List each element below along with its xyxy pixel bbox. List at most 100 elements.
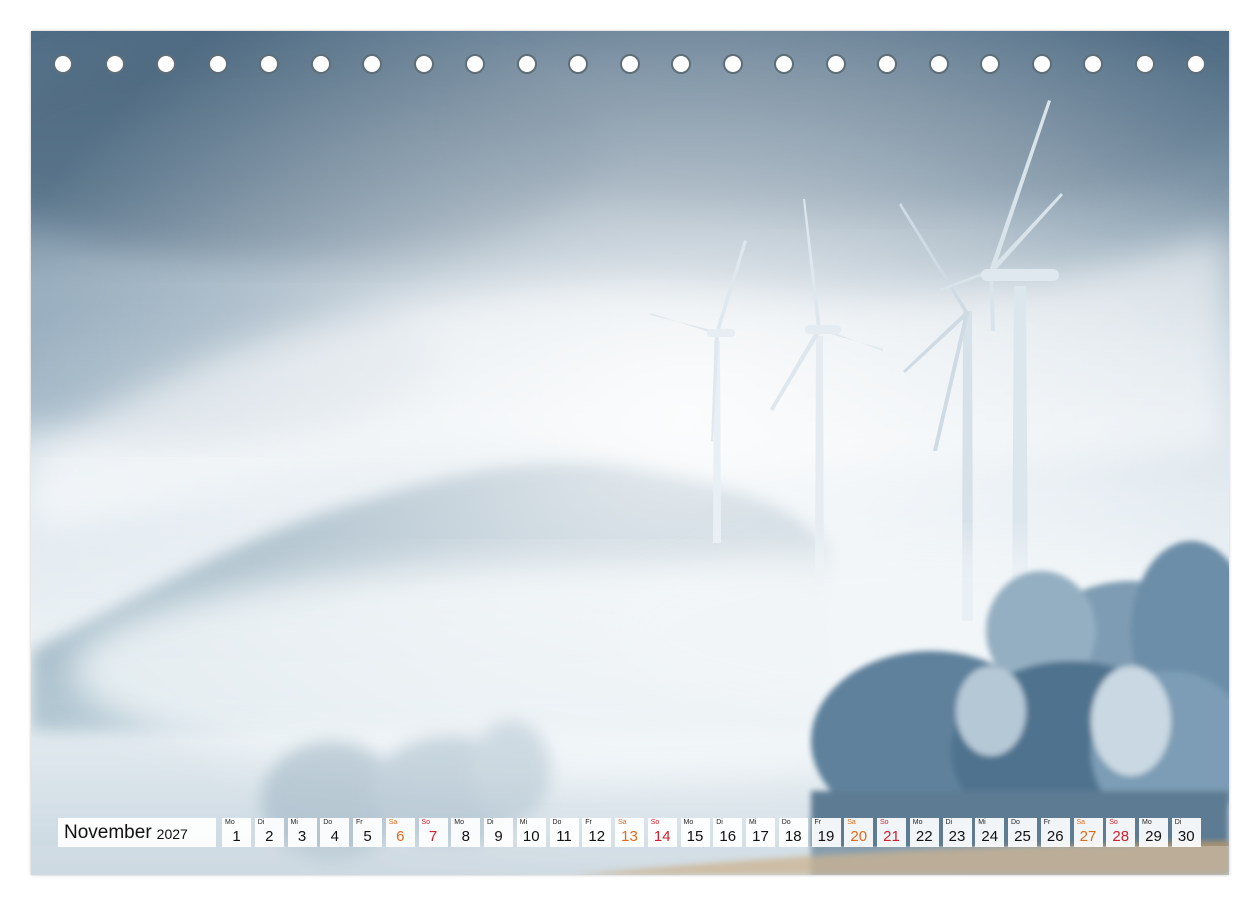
day-number: 2 (265, 828, 274, 845)
binding-hole (259, 54, 279, 74)
day-number: 6 (396, 828, 405, 845)
binding-hole (928, 54, 949, 74)
day-cell: Di 2 (254, 818, 284, 847)
day-cell: Mi 24 (975, 818, 1005, 847)
day-cell: Do 18 (778, 818, 808, 847)
day-cell: Do 11 (549, 818, 579, 847)
binding-hole (207, 54, 228, 74)
day-number: 1 (232, 828, 241, 845)
binding-hole (825, 54, 846, 74)
weekday-abbrev: Di (1174, 819, 1182, 826)
weekday-abbrev: Mo (912, 819, 923, 826)
binding-hole (980, 54, 1000, 74)
day-number: 21 (883, 828, 900, 845)
day-cell: Do 4 (320, 818, 350, 847)
wind-turbines-fog-image (31, 31, 1229, 875)
day-number: 15 (686, 828, 704, 845)
weekday-abbrev: Mi (519, 819, 528, 826)
day-cell: Sa 6 (385, 818, 415, 847)
binding-hole (619, 54, 640, 74)
binding-hole (1031, 54, 1052, 74)
binding-hole (1134, 54, 1155, 74)
weekday-abbrev: Mi (978, 819, 986, 826)
day-number: 29 (1145, 828, 1162, 845)
day-cell: Sa 27 (1073, 818, 1103, 847)
day-number: 20 (850, 828, 868, 845)
day-cell: Mi 17 (746, 818, 775, 847)
binding-hole (774, 54, 794, 74)
weekday-abbrev: So (421, 819, 431, 826)
day-number: 10 (522, 828, 540, 845)
binding-hole (568, 54, 588, 74)
binding-hole (104, 54, 125, 74)
day-number: 13 (621, 828, 638, 845)
weekday-abbrev: Do (1011, 819, 1020, 826)
day-cell: Mo 1 (222, 818, 251, 847)
weekday-abbrev: Di (257, 819, 265, 826)
weekday-abbrev: So (880, 819, 889, 826)
binding-hole (362, 54, 382, 74)
day-number: 18 (784, 828, 802, 845)
weekday-abbrev: Do (781, 819, 791, 826)
day-number: 17 (752, 828, 769, 845)
binding-hole (671, 54, 691, 74)
day-number: 25 (1014, 828, 1031, 845)
day-number: 16 (719, 828, 737, 845)
day-number: 11 (556, 828, 572, 845)
day-number: 23 (948, 828, 966, 845)
binding-hole (516, 54, 537, 74)
binding-hole (53, 54, 73, 74)
binding-hole (1186, 54, 1206, 74)
binding-hole (722, 54, 743, 74)
day-cell: So 7 (418, 818, 448, 847)
calendar-page: November 2027 Mo 1 Di 2 Mi 3 Do 4 Fr 5 Sa 6 So 7 Mo 8 Di… (0, 0, 1260, 905)
weekday-abbrev: Sa (1076, 819, 1086, 826)
weekday-abbrev: Mi (749, 819, 757, 826)
weekday-abbrev: Di (487, 819, 494, 826)
day-number: 22 (915, 828, 933, 845)
day-number: 30 (1177, 828, 1195, 845)
day-number: 3 (297, 828, 307, 845)
binding-hole (465, 54, 485, 74)
weekday-abbrev: Fr (1043, 819, 1051, 826)
day-number: 8 (461, 828, 470, 845)
calendar-strip: November 2027 Mo 1 Di 2 Mi 3 Do 4 Fr 5 Sa 6 So 7 Mo 8 Di… (58, 818, 1205, 847)
weekday-abbrev: Mo (225, 819, 235, 826)
weekday-abbrev: Sa (388, 819, 398, 826)
weekday-abbrev: So (650, 819, 660, 826)
weekday-abbrev: Fr (356, 819, 363, 826)
day-cell: Sa 20 (844, 818, 874, 847)
day-cell: Fr 26 (1040, 818, 1070, 847)
year: 2027 (156, 826, 188, 842)
day-cell: Do 25 (1008, 818, 1037, 847)
weekday-abbrev: Do (552, 819, 562, 826)
day-cell: So 21 (877, 818, 906, 847)
day-number: 4 (330, 828, 339, 845)
day-number: 9 (494, 828, 503, 845)
day-cell: Di 16 (713, 818, 743, 847)
day-cell: Mo 22 (909, 818, 939, 847)
weekday-abbrev: Mo (1142, 819, 1152, 826)
weekday-abbrev: Mo (683, 819, 694, 826)
day-cell: Mo 15 (680, 818, 710, 847)
weekday-abbrev: Di (945, 819, 953, 826)
day-cell: So 28 (1106, 818, 1136, 847)
binding-hole (413, 54, 434, 74)
day-cell: Fr 19 (811, 818, 841, 847)
binding-hole (1083, 54, 1103, 74)
weekday-abbrev: Fr (585, 819, 592, 826)
day-cell: So 14 (647, 818, 677, 847)
weekday-abbrev: Di (716, 819, 723, 826)
day-number: 7 (428, 828, 438, 845)
binding-hole (310, 54, 331, 74)
day-number: 27 (1079, 828, 1097, 845)
day-cell: Di 23 (942, 818, 972, 847)
weekday-abbrev: Do (323, 819, 333, 826)
day-number: 5 (363, 828, 372, 845)
day-cell: Di 30 (1171, 818, 1201, 847)
weekday-abbrev: Sa (847, 819, 856, 826)
landscape-photo (31, 31, 1229, 875)
day-cell: Di 9 (484, 818, 513, 847)
binding-holes (31, 54, 1229, 80)
weekday-abbrev: So (1109, 819, 1118, 826)
